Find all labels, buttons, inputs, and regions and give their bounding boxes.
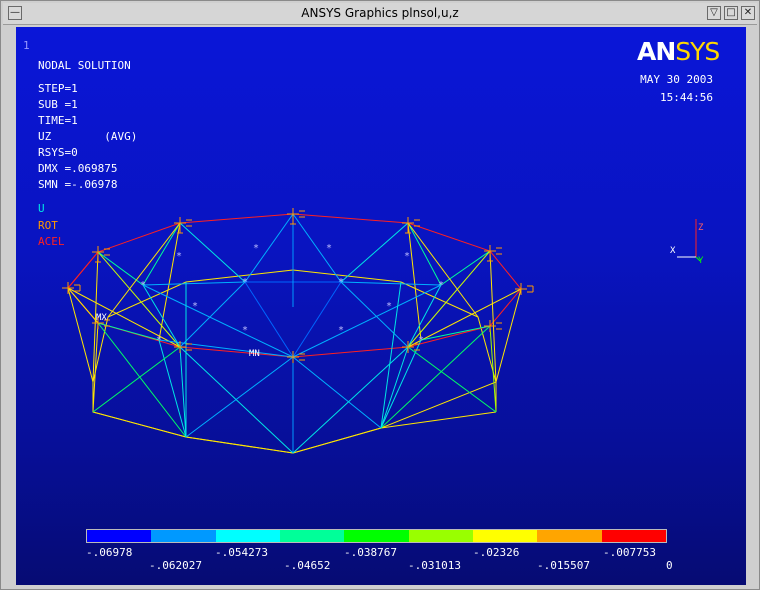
svg-text:*: * (192, 301, 198, 312)
color-band-7 (472, 530, 538, 542)
tick-top-2: -.054273 (215, 546, 268, 559)
triangle-down-icon: ▽ (710, 7, 718, 18)
svg-text:*: * (386, 301, 392, 312)
svg-text:*: * (242, 277, 248, 288)
tick-top-3: -.038767 (344, 546, 397, 559)
svg-text:*: * (338, 277, 344, 288)
mesh-top-ring (67, 213, 522, 358)
color-band-9 (601, 530, 666, 542)
tick-bottom-5: 0 (666, 559, 673, 572)
svg-text:*: * (140, 280, 146, 291)
tick-top-1: -.06978 (86, 546, 133, 559)
mesh-elements (67, 213, 522, 454)
tick-top-4: -.02326 (473, 546, 520, 559)
tick-bottom-2: -.04652 (284, 559, 331, 572)
tick-bottom-3: -.031013 (408, 559, 461, 572)
title-bar[interactable]: — ANSYS Graphics plnsol,u,z ▽ □ ✕ (3, 3, 757, 25)
axis-y-label: Y (698, 256, 704, 266)
color-band-8 (537, 530, 602, 542)
minimize-button[interactable]: ▽ (707, 6, 721, 20)
color-band-4 (279, 530, 345, 542)
svg-text:*: * (253, 243, 259, 254)
svg-text:*: * (326, 243, 332, 254)
axis-x-label: X (670, 246, 676, 256)
graphics-canvas[interactable]: 1 NODAL SOLUTION STEP=1 SUB =1 TIME=1 UZ… (16, 27, 746, 585)
axis-z-label: Z (698, 223, 704, 233)
max-label: MX (96, 313, 107, 323)
tick-bottom-1: -.062027 (149, 559, 202, 572)
window-title: ANSYS Graphics plnsol,u,z (301, 6, 459, 20)
maximize-button[interactable]: □ (724, 6, 738, 20)
svg-text:*: * (404, 251, 410, 262)
close-button[interactable]: ✕ (741, 6, 755, 20)
color-band-3 (215, 530, 280, 542)
square-icon: □ (726, 7, 736, 18)
color-band-5 (344, 530, 409, 542)
tick-bottom-4: -.015507 (537, 559, 590, 572)
mesh-bottom-ring (92, 269, 497, 454)
color-band-1 (87, 530, 152, 542)
x-icon: ✕ (743, 7, 753, 18)
svg-text:*: * (338, 325, 344, 336)
svg-text:*: * (242, 325, 248, 336)
color-band-6 (408, 530, 473, 542)
color-band-2 (151, 530, 216, 542)
svg-text:*: * (438, 280, 444, 291)
ansys-graphics-window: — ANSYS Graphics plnsol,u,z ▽ □ ✕ 1 NODA… (0, 0, 760, 590)
finite-element-mesh: * * * * * * * * * * * * * * (62, 208, 701, 454)
axis-triad (677, 219, 701, 262)
tick-top-5: -.007753 (603, 546, 656, 559)
min-label: MN (249, 349, 260, 359)
svg-text:*: * (156, 335, 162, 346)
contour-color-bar (86, 529, 667, 543)
svg-text:*: * (176, 251, 182, 262)
